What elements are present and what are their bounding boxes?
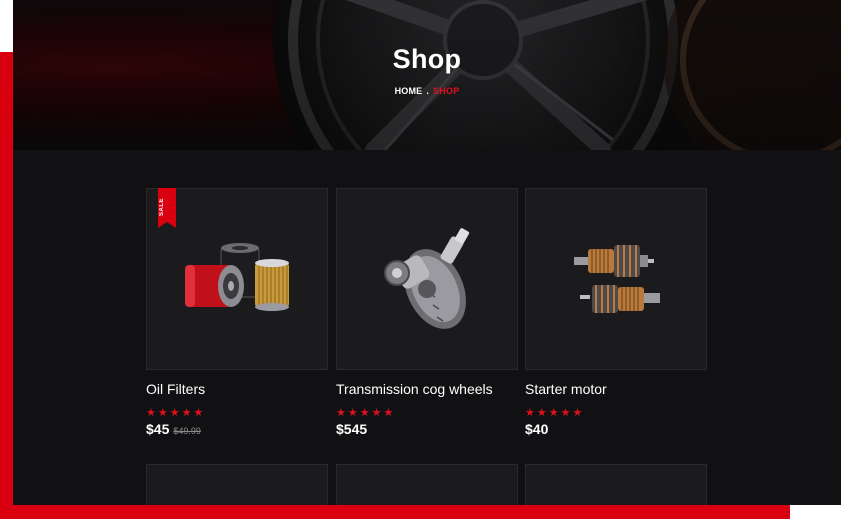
- hero-banner: Shop HOME. SHOP: [13, 0, 841, 150]
- sale-badge: SALE: [158, 188, 176, 228]
- rating-stars: ★★★★★: [336, 407, 396, 419]
- product-title[interactable]: Starter motor: [525, 381, 607, 397]
- product-price: $40: [525, 421, 548, 437]
- left-accent-bar: [0, 52, 13, 519]
- rating-stars: ★★★★★: [525, 407, 585, 419]
- sale-badge-label: SALE: [159, 198, 165, 217]
- breadcrumb: HOME. SHOP: [13, 86, 841, 96]
- product-image-box[interactable]: [525, 464, 707, 505]
- product-image-box[interactable]: [146, 464, 328, 505]
- current-price: $545: [336, 421, 368, 437]
- breadcrumb-current: SHOP: [433, 86, 460, 96]
- current-price: $45: [146, 421, 170, 437]
- old-price: $49.99: [173, 426, 201, 436]
- product-image-box[interactable]: [336, 464, 518, 505]
- breadcrumb-home-link[interactable]: HOME: [395, 86, 423, 96]
- page-frame: Shop HOME. SHOP SALE Oil Filters ★★★★★ $…: [13, 0, 841, 505]
- product-title[interactable]: Oil Filters: [146, 381, 205, 397]
- bottom-accent-bar: [0, 505, 790, 519]
- product-title[interactable]: Transmission cog wheels: [336, 381, 493, 397]
- rating-stars: ★★★★★: [146, 407, 206, 419]
- hero-shade: [13, 0, 841, 150]
- page-title: Shop: [392, 44, 462, 74]
- cog-wheels-image: [384, 228, 470, 329]
- starter-motor-image: [574, 245, 660, 313]
- product-image-box[interactable]: [525, 188, 707, 370]
- product-price: $45 $49.99: [146, 421, 201, 437]
- product-image-box[interactable]: [336, 188, 518, 370]
- current-price: $40: [525, 421, 549, 437]
- breadcrumb-separator: .: [426, 86, 430, 96]
- product-price: $545: [336, 421, 367, 437]
